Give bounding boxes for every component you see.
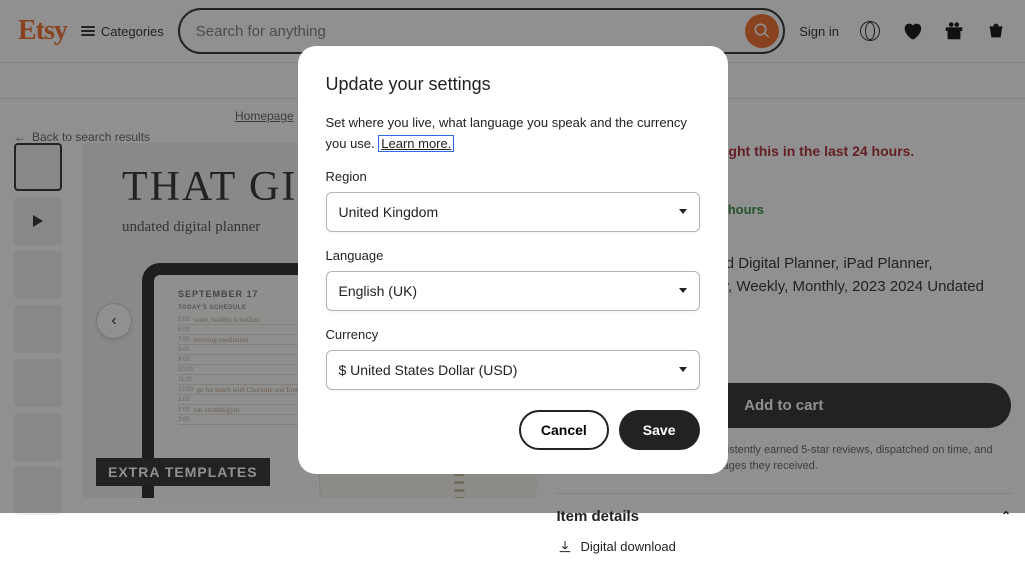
currency-value: $ United States Dollar (USD) [339, 362, 518, 378]
chevron-down-icon [679, 367, 687, 372]
language-value: English (UK) [339, 283, 418, 299]
modal-overlay[interactable]: Update your settings Set where you live,… [0, 0, 1025, 513]
modal-description: Set where you live, what language you sp… [326, 113, 700, 155]
digital-download-label: Digital download [581, 539, 676, 554]
chevron-down-icon [679, 288, 687, 293]
language-select[interactable]: English (UK) [326, 271, 700, 311]
currency-label: Currency [326, 327, 700, 342]
digital-download-row: Digital download [557, 539, 1012, 569]
chevron-down-icon [679, 209, 687, 214]
save-button[interactable]: Save [619, 410, 700, 450]
cancel-button[interactable]: Cancel [519, 410, 609, 450]
region-label: Region [326, 169, 700, 184]
learn-more-link[interactable]: Learn more. [378, 135, 454, 152]
settings-modal: Update your settings Set where you live,… [298, 46, 728, 474]
currency-select[interactable]: $ United States Dollar (USD) [326, 350, 700, 390]
download-icon [557, 539, 573, 555]
region-select[interactable]: United Kingdom [326, 192, 700, 232]
modal-title: Update your settings [326, 74, 700, 95]
language-label: Language [326, 248, 700, 263]
region-value: United Kingdom [339, 204, 439, 220]
modal-actions: Cancel Save [326, 410, 700, 450]
